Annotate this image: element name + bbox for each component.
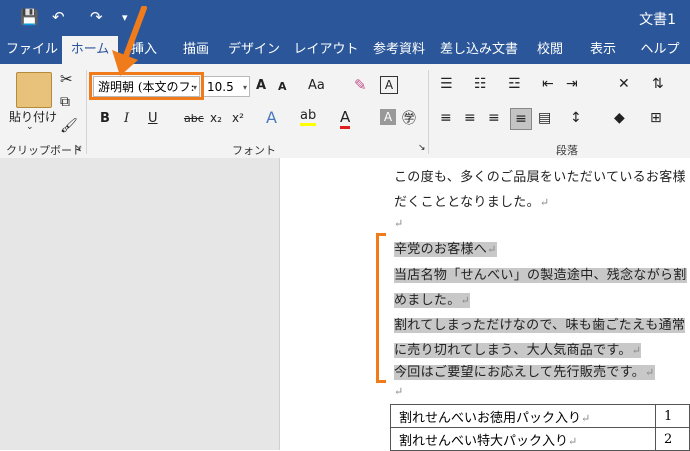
align-right-icon[interactable]: ≡	[488, 110, 500, 126]
asian-layout-icon[interactable]: ✕	[618, 76, 630, 92]
tab-layout[interactable]: レイアウト	[288, 36, 364, 64]
italic-button[interactable]: I	[124, 111, 129, 126]
body-line[interactable]: だくこととなりました。↵	[394, 191, 549, 210]
underline-button[interactable]: U	[148, 111, 158, 126]
distributed-icon[interactable]: ▤	[538, 110, 551, 126]
title-bar: 💾 ↶ ↷ ▾ 文書1	[0, 0, 690, 36]
font-launcher-icon[interactable]: ↘	[418, 143, 426, 153]
font-color-icon[interactable]: A	[340, 108, 351, 129]
sort-icon[interactable]: ⇅	[652, 76, 664, 92]
font-highlight-frame	[89, 72, 204, 100]
tab-references[interactable]: 参考資料	[366, 36, 432, 64]
selected-line[interactable]: めました。↵	[394, 289, 471, 308]
font-group-label: フォント	[232, 144, 276, 157]
empty-paragraph[interactable]: ↵	[394, 384, 404, 399]
selected-line[interactable]: に売り切れてしまう、大人気商品です。↵	[394, 339, 642, 358]
document-title: 文書1	[639, 12, 676, 28]
group-separator	[86, 70, 87, 154]
enclose-characters-icon[interactable]: ㊫	[402, 108, 416, 128]
strikethrough-button[interactable]: abc	[184, 112, 204, 125]
product-table: 割れせんべいお徳用パック入り↵ 1 割れせんべい特大パック入り↵ 2	[389, 404, 690, 451]
paste-dropdown-icon[interactable]: ⌄	[26, 122, 34, 132]
table-cell[interactable]: 割れせんべい特大パック入り↵	[389, 427, 657, 451]
table-cell[interactable]: 2	[655, 427, 690, 451]
format-painter-icon[interactable]: 🖌	[60, 118, 78, 134]
selected-line[interactable]: 当店名物「せんべい」の製造途中、残念ながら割	[394, 264, 687, 283]
tab-draw[interactable]: 描画	[172, 36, 220, 64]
redo-icon[interactable]: ↷	[90, 8, 103, 26]
group-separator	[428, 70, 429, 154]
tab-help[interactable]: ヘルプ	[632, 36, 688, 64]
decrease-indent-icon[interactable]: ⇤	[542, 76, 554, 92]
table-row: 割れせんべいお徳用パック入り↵ 1	[389, 404, 690, 428]
grow-font-icon[interactable]: A	[256, 78, 266, 93]
paragraph-group-label: 段落	[556, 144, 578, 157]
clear-formatting-icon[interactable]: ✎	[354, 76, 367, 94]
align-left-icon[interactable]: ≡	[440, 110, 452, 126]
save-icon[interactable]: 💾	[20, 8, 39, 26]
clipboard-launcher-icon[interactable]: ↘	[74, 143, 82, 153]
character-border-icon[interactable]: A	[380, 76, 398, 94]
copy-icon[interactable]: ⧉	[60, 94, 70, 110]
bold-button[interactable]: B	[100, 111, 110, 126]
tab-design[interactable]: デザイン	[222, 36, 286, 64]
tab-review[interactable]: 校閲	[526, 36, 574, 64]
table-row: 割れせんべい特大パック入り↵ 2	[389, 427, 690, 451]
cut-icon[interactable]: ✂	[60, 70, 73, 88]
text-effects-icon[interactable]: A	[266, 108, 277, 127]
character-shading-icon[interactable]: A	[380, 109, 396, 125]
tab-file[interactable]: ファイル	[4, 36, 60, 64]
tab-view[interactable]: 表示	[576, 36, 630, 64]
ribbon-tabs: ファイル ホーム 挿入 描画 デザイン レイアウト 参考資料 差し込み文書 校閲…	[0, 36, 690, 64]
justify-icon[interactable]: ≡	[510, 108, 532, 130]
pointer-arrow-icon	[112, 6, 147, 76]
document-margin-area	[0, 158, 280, 450]
table-cell[interactable]: 割れせんべいお徳用パック入り↵	[389, 404, 657, 428]
change-case-icon[interactable]: Aa	[308, 78, 325, 93]
clipboard-icon[interactable]	[16, 72, 52, 108]
chevron-down-icon: ▾	[242, 83, 247, 92]
superscript-button[interactable]: x²	[232, 111, 244, 125]
shading-icon[interactable]: ◆	[614, 110, 625, 126]
multilevel-list-icon[interactable]: ☲	[508, 76, 521, 92]
body-line[interactable]: この度も、多くのご品屓をいただいているお客様	[394, 166, 686, 185]
align-center-icon[interactable]: ≡	[464, 110, 476, 126]
increase-indent-icon[interactable]: ⇥	[566, 76, 578, 92]
subscript-button[interactable]: x₂	[210, 111, 222, 125]
selected-line[interactable]: 今回はご要望にお応えして先行販売です。↵	[394, 361, 655, 380]
undo-icon[interactable]: ↶	[52, 8, 65, 26]
numbering-icon[interactable]: ☷	[474, 76, 487, 92]
line-spacing-icon[interactable]: ↕	[570, 110, 582, 126]
font-size-dropdown[interactable]: 10.5 ▾	[202, 76, 250, 97]
selected-line[interactable]: 辛党のお客様へ↵	[394, 238, 497, 257]
tab-mailings[interactable]: 差し込み文書	[434, 36, 524, 64]
highlight-color-icon[interactable]: ab	[300, 108, 317, 126]
font-size-value: 10.5	[207, 80, 234, 94]
empty-paragraph[interactable]: ↵	[394, 216, 404, 231]
shrink-font-icon[interactable]: A	[278, 80, 287, 93]
selection-bracket	[376, 233, 386, 383]
table-cell[interactable]: 1	[655, 404, 690, 428]
clipboard-group-label: クリップボード	[6, 144, 83, 157]
bullets-icon[interactable]: ☰	[440, 76, 453, 92]
selected-line[interactable]: 割れてしまっただけなので、味も歯ごたえも通常	[394, 314, 686, 333]
borders-icon[interactable]: ⊞	[650, 110, 662, 126]
